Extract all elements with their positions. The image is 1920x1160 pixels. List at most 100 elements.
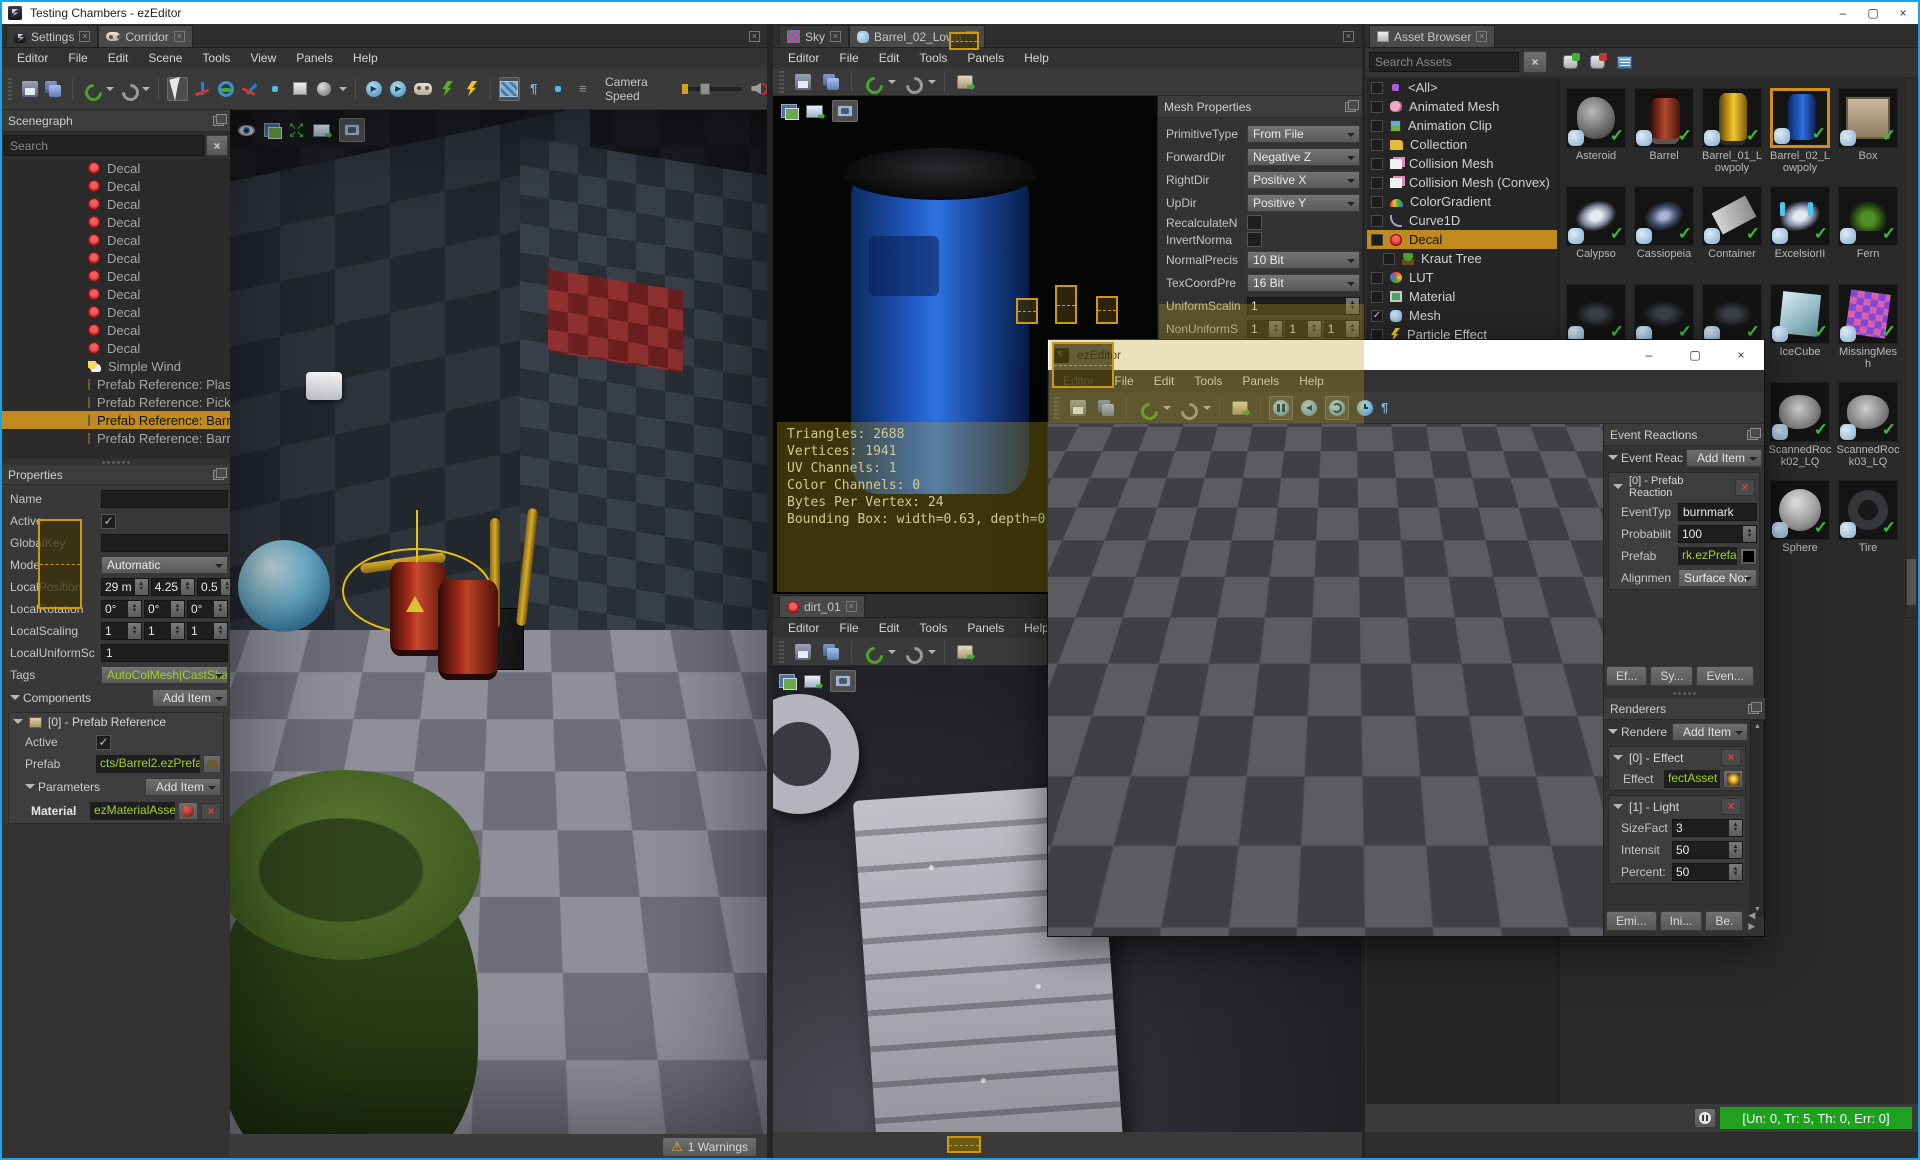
view-layout-icon[interactable] xyxy=(779,674,797,690)
view-layout-icon[interactable] xyxy=(264,123,282,139)
renderers-add-button[interactable]: Add Item xyxy=(1671,723,1748,741)
scenegraph-item[interactable]: Prefab Reference: Barrel2 xyxy=(2,411,230,429)
scenegraph-search-clear-button[interactable] xyxy=(206,135,228,156)
localrotation-values-1-stepper[interactable]: ▲ ▼ xyxy=(171,601,184,617)
translate-tool-button[interactable] xyxy=(192,77,212,101)
asset-scrollbar[interactable] xyxy=(1905,78,1918,618)
localscaling-values-1[interactable]: 1 ▲ ▼ xyxy=(144,622,185,640)
snap-button[interactable] xyxy=(265,77,285,101)
mesh-undo-caret[interactable] xyxy=(888,79,896,88)
menu-item-edit[interactable]: Edit xyxy=(870,619,909,637)
particle-pilcrow-icon[interactable]: ¶ xyxy=(1381,400,1388,415)
dirt-save-button[interactable] xyxy=(791,640,815,664)
localscaling-values-2-stepper[interactable]: ▲ ▼ xyxy=(214,623,227,639)
event-reactions-expander[interactable] xyxy=(1608,455,1618,465)
mesh-redo-button[interactable] xyxy=(900,70,924,94)
renderers-expander[interactable] xyxy=(1608,729,1618,739)
event-reactions-float-icon[interactable] xyxy=(1747,427,1761,440)
panel-tab-ef[interactable]: Ef... xyxy=(1606,666,1648,686)
light-delete-button[interactable] xyxy=(1721,798,1741,815)
asset-thumbnail[interactable] xyxy=(1838,284,1898,344)
localrotation-values-2[interactable]: 0° ▲ ▼ xyxy=(187,600,228,618)
asset-thumbnail[interactable] xyxy=(1702,88,1762,148)
asset-tile-cassiopeia[interactable]: Cassiopeia xyxy=(1632,186,1696,260)
localscaling-values-0[interactable]: 1 ▲ ▼ xyxy=(101,622,142,640)
asset-thumbnail[interactable] xyxy=(1838,382,1898,442)
prefab-reaction-expander[interactable] xyxy=(1613,484,1623,494)
asset-tile-missingmesh[interactable]: MissingMesh xyxy=(1836,284,1900,370)
menu-item-panels[interactable]: Panels xyxy=(958,619,1013,637)
panel-splitter-2[interactable] xyxy=(1604,690,1765,696)
run-button[interactable] xyxy=(461,77,481,101)
asset-tile[interactable] xyxy=(1564,284,1628,346)
particle-restart-button[interactable] xyxy=(1297,396,1321,420)
mesh-tabbar-float-icon[interactable] xyxy=(1343,31,1354,42)
prefab-reaction-header[interactable]: [0] - Prefab Reaction xyxy=(1609,473,1759,501)
redo-menu-caret[interactable] xyxy=(142,86,151,95)
screenshot-icon[interactable] xyxy=(804,674,821,688)
asset-type-mesh[interactable]: Mesh xyxy=(1367,306,1557,325)
asset-scrollbar-thumb[interactable] xyxy=(1907,559,1916,605)
forwarddir-dropdown[interactable]: Negative Z xyxy=(1247,147,1360,166)
nonuniforms-2-stepper[interactable]: ▲ ▼ xyxy=(1345,320,1359,337)
asset-tile-icecube[interactable]: IceCube xyxy=(1768,284,1832,358)
asset-tile-scannedrock02-lq[interactable]: ScannedRock02_LQ xyxy=(1768,382,1832,468)
probabilit-spinner[interactable]: 100 ▲ ▼ xyxy=(1678,525,1757,543)
menu-item-file[interactable]: File xyxy=(830,619,867,637)
panel-tab-sy[interactable]: Sy... xyxy=(1650,666,1694,686)
localposition-values-0-stepper[interactable]: ▲ ▼ xyxy=(134,579,148,595)
asset-type-kraut-tree[interactable]: Kraut Tree xyxy=(1367,249,1557,268)
scenegraph-item[interactable]: Decal xyxy=(2,195,230,213)
invertnorma-checkbox[interactable] xyxy=(1247,232,1262,247)
uniformscalin-spinner[interactable]: 1 ▲ ▼ xyxy=(1247,296,1360,315)
asset-thumbnail[interactable] xyxy=(1838,186,1898,246)
menu-item-tools[interactable]: Tools xyxy=(1185,372,1231,390)
asset-tile-asteroid[interactable]: Asteroid xyxy=(1564,88,1628,162)
eventtyp-input[interactable]: burnmark xyxy=(1678,503,1757,521)
mesh-export-button[interactable] xyxy=(953,70,977,94)
asset-type-checkbox[interactable] xyxy=(1371,119,1383,132)
effect-expander[interactable] xyxy=(1613,754,1623,765)
active-checkbox[interactable] xyxy=(101,513,116,529)
properties-float-icon[interactable] xyxy=(213,467,227,480)
mesh-properties-float-icon[interactable] xyxy=(1345,99,1359,112)
menu-item-edit[interactable]: Edit xyxy=(870,49,909,67)
save-button[interactable] xyxy=(19,77,39,101)
asset-tile-tire[interactable]: Tire xyxy=(1836,480,1900,554)
asset-tile-scannedrock03-lq[interactable]: ScannedRock03_LQ xyxy=(1836,382,1900,468)
scenegraph-item[interactable]: Decal xyxy=(2,267,230,285)
render-mode-eye-icon[interactable] xyxy=(238,124,255,136)
asset-type-checkbox[interactable] xyxy=(1371,100,1383,113)
particle-loop-button[interactable] xyxy=(1325,395,1349,420)
effect-asset-value[interactable]: fectAsset xyxy=(1664,770,1720,788)
asset-tile-barrel-01-lowpoly[interactable]: Barrel_01_Lowpoly xyxy=(1700,88,1764,174)
main-tabbar-float-icon[interactable] xyxy=(749,31,760,42)
scenegraph-item[interactable]: Decal xyxy=(2,339,230,357)
tab-settings-close-icon[interactable] xyxy=(79,31,91,42)
asset-search-clear-button[interactable] xyxy=(1523,51,1547,73)
updir-dropdown[interactable]: Positive Y xyxy=(1247,193,1360,212)
asset-type-material[interactable]: Material xyxy=(1367,287,1557,306)
menu-item-scene[interactable]: Scene xyxy=(139,49,191,67)
menu-item-file[interactable]: File xyxy=(59,49,96,67)
effect-delete-button[interactable] xyxy=(1721,749,1741,766)
sizefact-spinner-stepper[interactable]: ▲ ▼ xyxy=(1729,820,1742,836)
menu-item-tools[interactable]: Tools xyxy=(910,619,956,637)
asset-type-lut[interactable]: LUT xyxy=(1367,268,1557,287)
layer-stack-button[interactable]: ≡ xyxy=(573,77,593,101)
asset-type-checkbox[interactable] xyxy=(1371,309,1383,322)
asset-type-collection[interactable]: Collection xyxy=(1367,135,1557,154)
probabilit-spinner-stepper[interactable]: ▲ ▼ xyxy=(1743,526,1756,542)
dirt-undo-caret[interactable] xyxy=(888,649,896,658)
particle-undo-caret[interactable] xyxy=(1163,405,1171,414)
localposition-values-1-stepper[interactable]: ▲ ▼ xyxy=(181,579,195,595)
scenegraph-item[interactable]: Prefab Reference: Plasma_S... xyxy=(2,375,230,393)
asset-type-checkbox[interactable] xyxy=(1371,157,1383,170)
light-group-header[interactable]: [1] - Light xyxy=(1609,796,1745,817)
particle-export-button[interactable] xyxy=(1228,396,1252,420)
dirt-export-button[interactable] xyxy=(953,640,977,664)
localrotation-values-1[interactable]: 0° ▲ ▼ xyxy=(144,600,185,618)
intensit-spinner-stepper[interactable]: ▲ ▼ xyxy=(1729,842,1742,858)
scenegraph-item[interactable]: Decal xyxy=(2,285,230,303)
localposition-values-0[interactable]: 29 m ▲ ▼ xyxy=(101,578,149,596)
